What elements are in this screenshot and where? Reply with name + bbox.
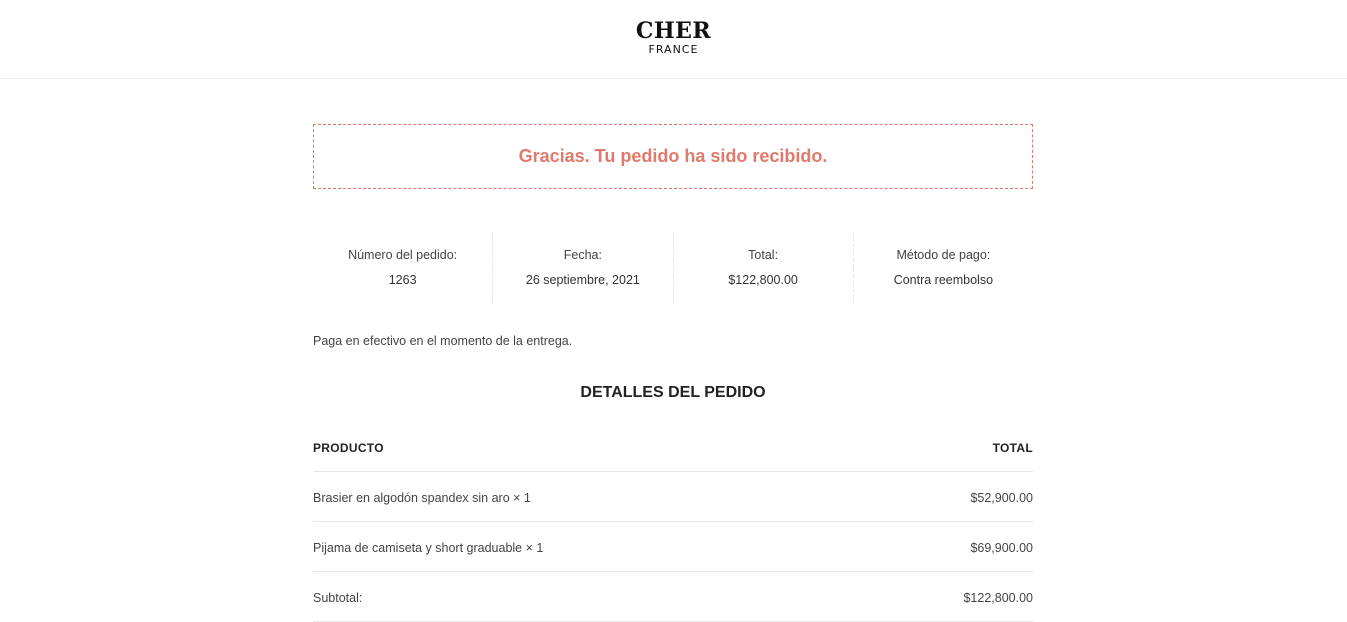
product-column-header: PRODUCTO — [313, 441, 384, 455]
order-total-label: Total: — [748, 248, 779, 262]
payment-method-label: Método de pago: — [896, 248, 991, 262]
brand-subtitle: FRANCE — [648, 43, 699, 56]
order-number: Número del pedido: 1263 — [313, 233, 494, 303]
order-details-table: PRODUCTO TOTAL Brasier en algodón spande… — [313, 422, 1033, 622]
order-details-title: DETALLES DEL PEDIDO — [580, 384, 766, 401]
product-name[interactable]: Pijama de camiseta y short graduable × 1 — [313, 540, 543, 556]
payment-method-value: Contra reembolso — [893, 273, 994, 287]
site-header: CHER FRANCE — [0, 0, 1347, 79]
table-header-row: PRODUCTO TOTAL — [313, 422, 1033, 472]
subtotal-value: $122,800.00 — [963, 591, 1033, 605]
product-total: $69,900.00 — [970, 541, 1033, 555]
product-name[interactable]: Brasier en algodón spandex sin aro × 1 — [313, 490, 531, 506]
payment-instructions: Paga en efectivo en el momento de la ent… — [313, 334, 573, 348]
product-total: $52,900.00 — [970, 491, 1033, 505]
subtotal-row: Subtotal: $122,800.00 — [313, 572, 1033, 622]
brand-logo[interactable]: CHER FRANCE — [0, 18, 1347, 56]
order-total-value: $122,800.00 — [728, 273, 798, 287]
order-date-label: Fecha: — [563, 248, 602, 262]
brand-name: CHER — [635, 18, 712, 44]
total-column-header: TOTAL — [992, 441, 1033, 455]
subtotal-label: Subtotal: — [313, 591, 363, 605]
order-received-notice: Gracias. Tu pedido ha sido recibido. — [313, 124, 1033, 189]
order-total: Total: $122,800.00 — [674, 233, 854, 303]
table-row: Pijama de camiseta y short graduable × 1… — [313, 522, 1033, 572]
order-overview: Número del pedido: 1263 Fecha: 26 septie… — [313, 233, 1033, 303]
order-number-label: Número del pedido: — [348, 248, 458, 262]
table-row: Brasier en algodón spandex sin aro × 1 $… — [313, 472, 1033, 522]
order-date-value: 26 septiembre, 2021 — [525, 273, 640, 287]
order-number-value: 1263 — [388, 273, 417, 287]
order-date: Fecha: 26 septiembre, 2021 — [493, 233, 674, 303]
payment-method: Método de pago: Contra reembolso — [854, 233, 1033, 303]
